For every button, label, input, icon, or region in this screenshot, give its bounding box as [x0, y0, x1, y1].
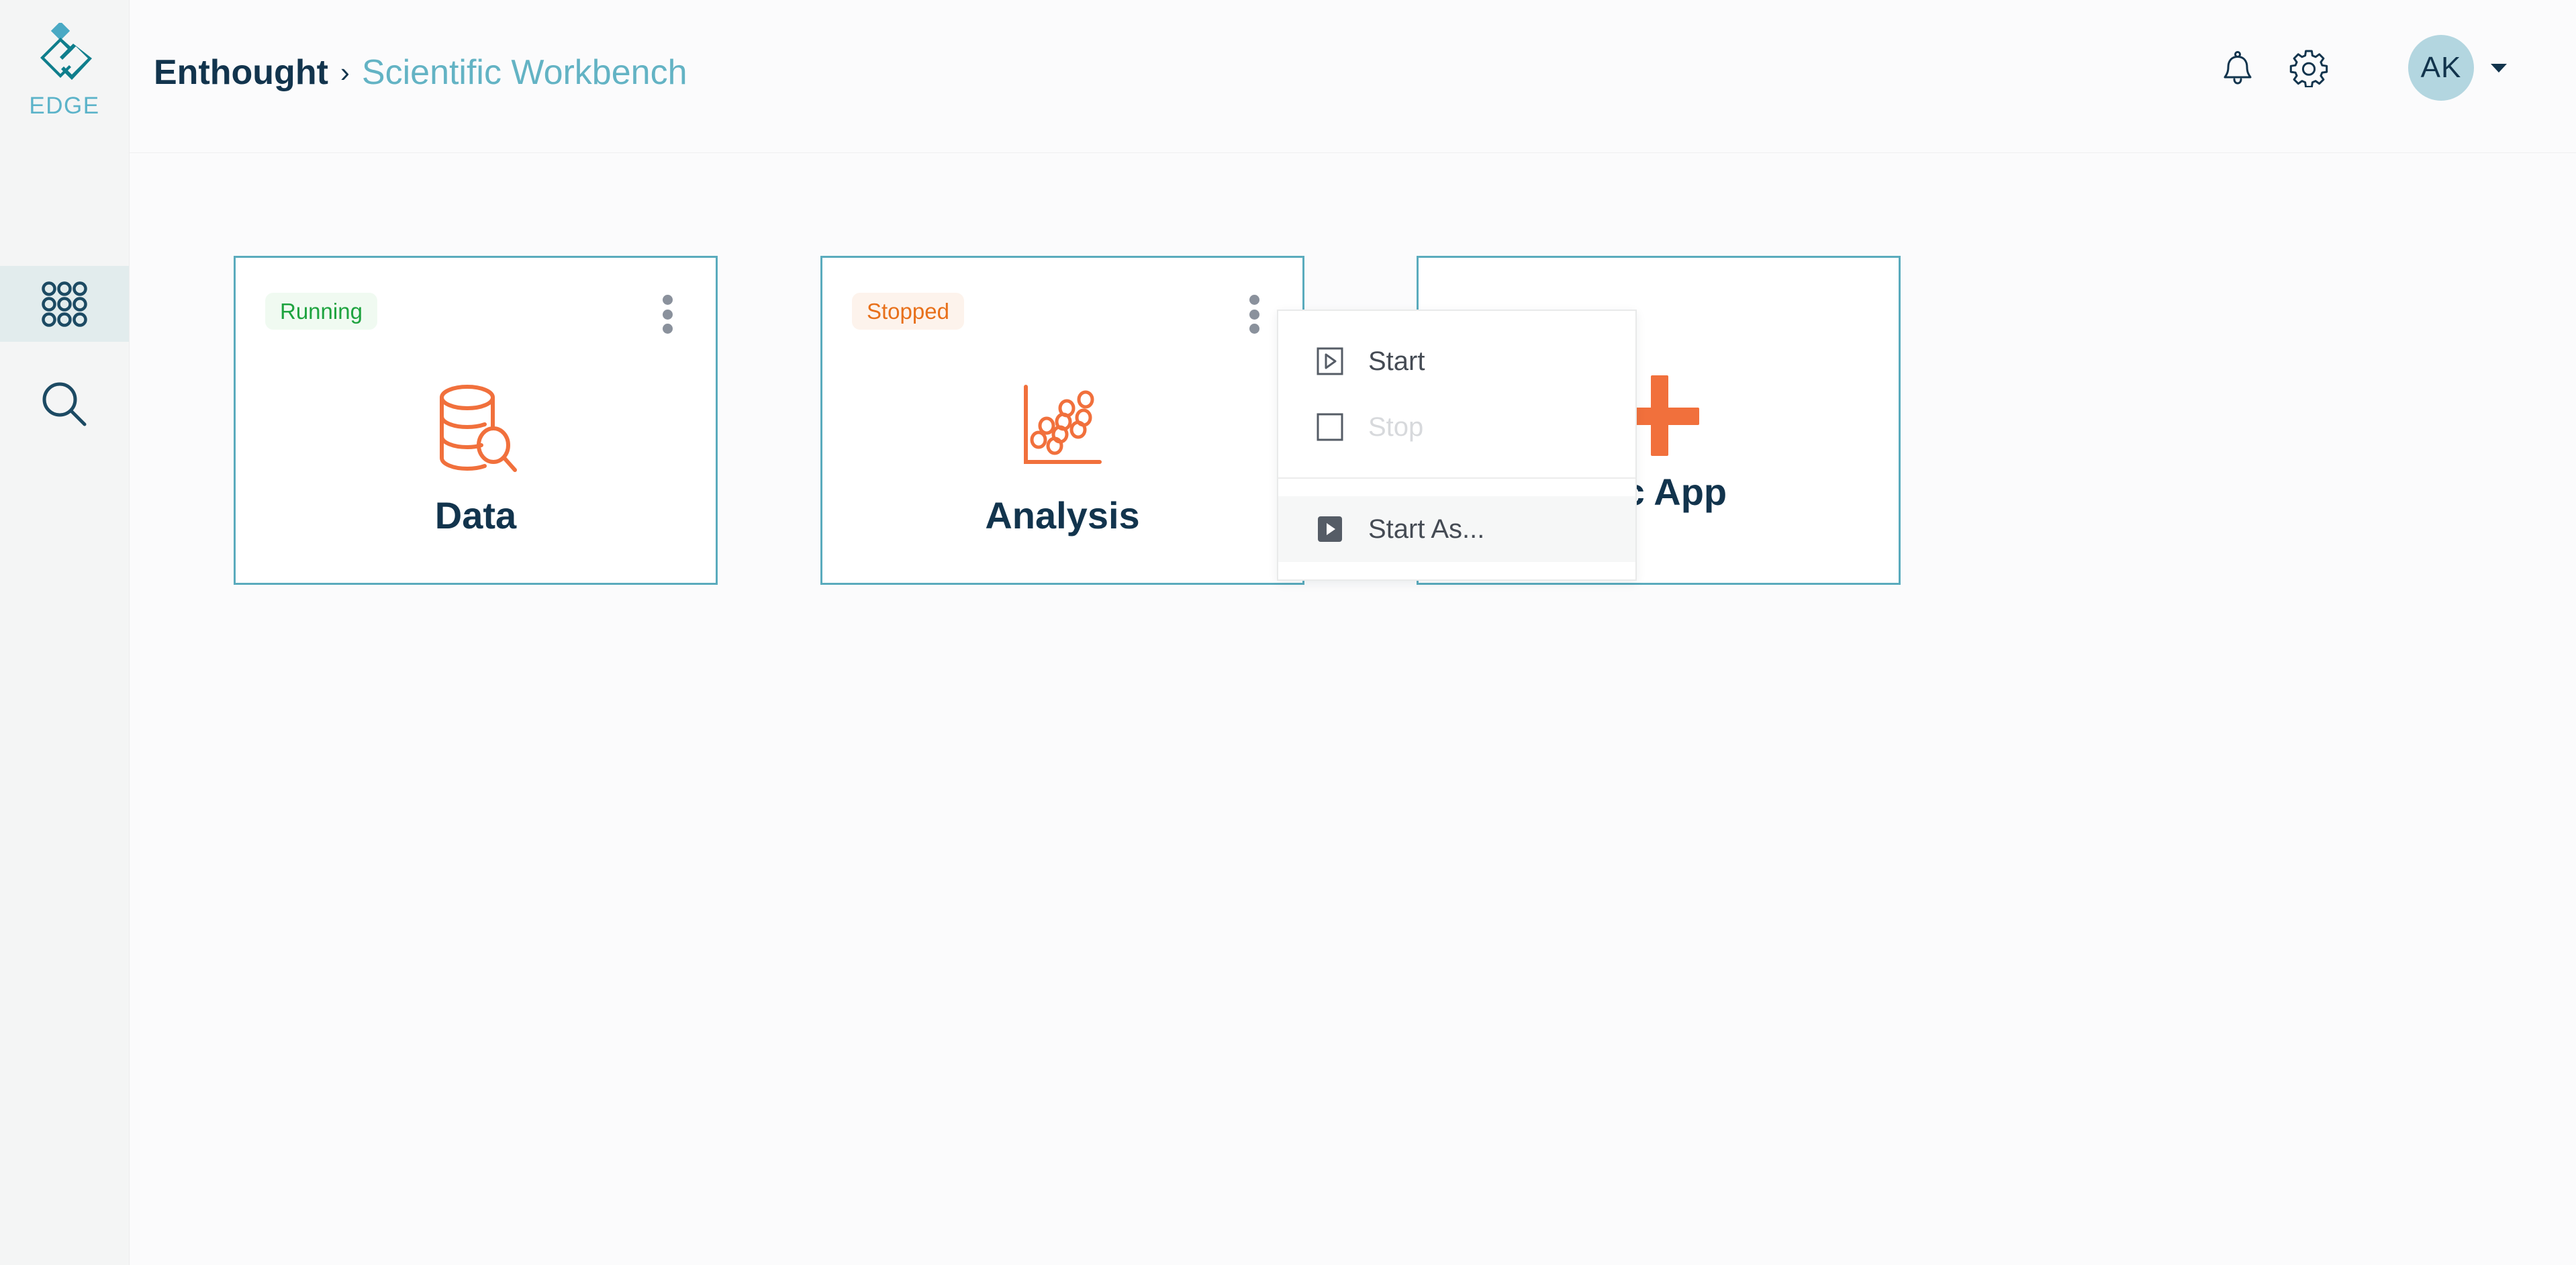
sidebar: EDGE	[0, 0, 130, 1265]
app-root: EDGE Enthought › Scientific Workbench AK…	[0, 0, 2576, 1265]
settings-button[interactable]	[2289, 48, 2329, 88]
breadcrumb-separator-icon: ›	[340, 56, 350, 88]
brand-logo[interactable]: EDGE	[0, 23, 129, 118]
user-menu[interactable]: AK	[2408, 35, 2509, 101]
apps-grid-icon	[42, 281, 87, 327]
app-card-analysis[interactable]: Stopped Analysis	[820, 256, 1304, 585]
header: Enthought › Scientific Workbench AK	[130, 0, 2576, 153]
card-label: Data	[434, 494, 517, 536]
context-menu-item-start[interactable]: Start	[1278, 328, 1635, 394]
kebab-dot	[1249, 309, 1259, 320]
sidebar-item-apps[interactable]	[0, 266, 129, 342]
context-menu-group-primary: Start Stop	[1278, 311, 1635, 477]
app-card-data[interactable]: Running Data	[234, 256, 718, 585]
brand-wordmark: EDGE	[29, 93, 100, 119]
card-body: Data	[236, 379, 716, 534]
context-menu-item-start-as[interactable]: Start As...	[1278, 496, 1635, 562]
scatter-plot-icon	[1023, 385, 1102, 464]
breadcrumb: Enthought › Scientific Workbench	[154, 55, 687, 90]
context-menu-item-label: Stop	[1368, 412, 1424, 442]
stop-square-icon	[1316, 413, 1344, 441]
database-search-icon	[439, 385, 517, 472]
card-body: Analysis	[822, 379, 1302, 534]
breadcrumb-root[interactable]: Enthought	[154, 55, 328, 90]
play-outline-icon	[1316, 347, 1344, 375]
avatar: AK	[2408, 35, 2474, 101]
kebab-dot	[1249, 324, 1259, 334]
card-kebab-menu-button[interactable]	[649, 290, 686, 338]
chevron-down-icon	[2491, 64, 2507, 73]
breadcrumb-current[interactable]: Scientific Workbench	[362, 55, 687, 90]
card-context-menu: Start Stop Start As...	[1277, 310, 1637, 581]
context-menu-group-secondary: Start As...	[1278, 479, 1635, 579]
context-menu-item-label: Start As...	[1368, 514, 1485, 544]
context-menu-item-stop[interactable]: Stop	[1278, 394, 1635, 460]
bell-icon	[2224, 51, 2252, 85]
context-menu-item-label: Start	[1368, 346, 1425, 376]
gear-icon	[2289, 50, 2328, 87]
sidebar-item-search[interactable]	[0, 366, 129, 442]
search-icon	[42, 382, 87, 426]
header-actions: AK	[2217, 35, 2509, 101]
status-badge: Stopped	[852, 293, 964, 330]
kebab-dot	[662, 295, 673, 305]
card-kebab-menu-button[interactable]	[1235, 290, 1273, 338]
play-filled-icon	[1316, 515, 1344, 543]
status-badge: Running	[265, 293, 377, 330]
notifications-button[interactable]	[2217, 48, 2258, 88]
card-label: Analysis	[985, 494, 1140, 536]
kebab-dot	[1249, 295, 1259, 305]
edge-diamond-logo-icon	[40, 23, 92, 80]
kebab-dot	[662, 309, 673, 320]
kebab-dot	[662, 324, 673, 334]
